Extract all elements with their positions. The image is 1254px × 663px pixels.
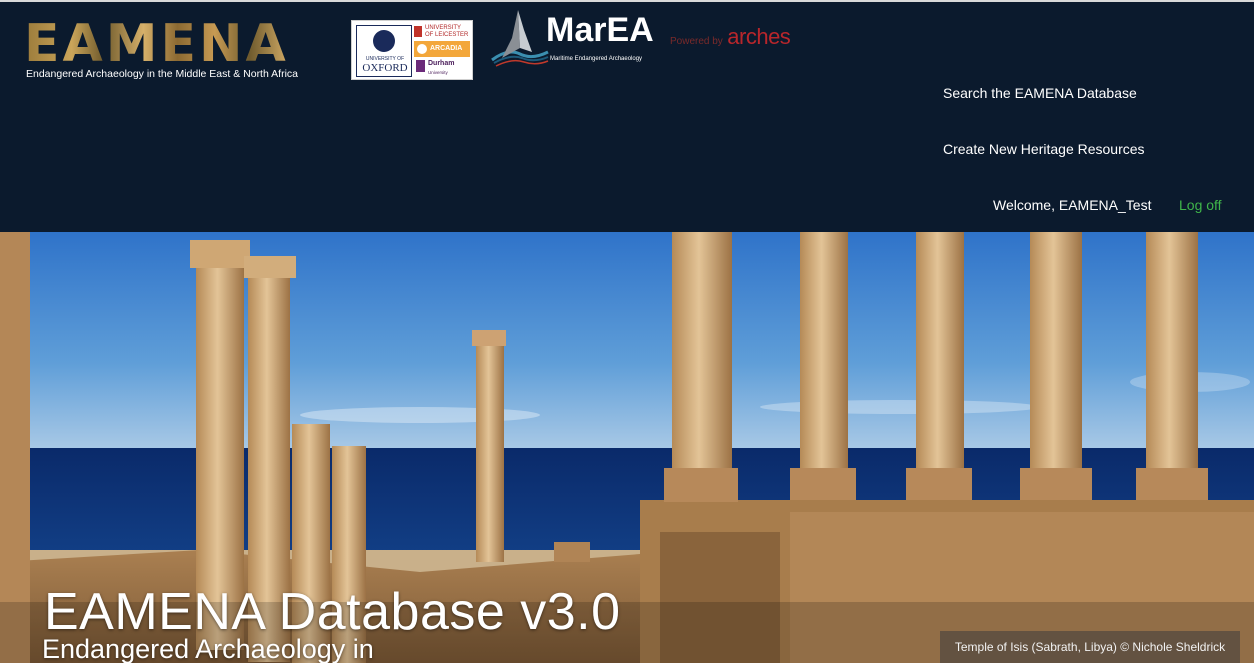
marea-logo-subtitle: Maritime Endangered Archaeology <box>550 56 643 62</box>
eamena-logo-word: EAMENA <box>24 14 289 74</box>
oxford-logo: UNIVERSITY OF OXFORD <box>356 25 412 77</box>
durham-mark-icon <box>416 60 425 72</box>
durham-logo-text: Durham <box>428 60 455 67</box>
partner-logos: UNIVERSITY OF OXFORD UNIVERSITY OF LEICE… <box>351 20 473 80</box>
hero-banner: EAMENA Database v3.0 Endangered Archaeol… <box>0 232 1254 663</box>
hero-subtitle: Endangered Archaeology in <box>42 634 374 663</box>
leicester-logo: UNIVERSITY OF LEICESTER <box>414 25 470 39</box>
top-navigation-bar: EAMENA Endangered Archaeology in the Mid… <box>0 0 1254 232</box>
arches-logo-text: arches <box>727 24 791 49</box>
oxford-crest-icon <box>373 30 395 52</box>
durham-logo-subtext: University <box>428 70 448 75</box>
powered-by-arches-logo[interactable]: Powered by arches <box>670 24 791 50</box>
nav-search-database-link[interactable]: Search the EAMENA Database <box>943 85 1137 101</box>
eamena-logo-tagline: Endangered Archaeology in the Middle Eas… <box>26 68 298 80</box>
marea-wave-icon <box>491 10 549 67</box>
leicester-logo-text: UNIVERSITY OF LEICESTER <box>425 25 469 38</box>
nav-create-resources-link[interactable]: Create New Heritage Resources <box>943 141 1145 157</box>
arcadia-mark-icon <box>417 44 427 54</box>
leicester-shield-icon <box>414 26 422 37</box>
hero-title: EAMENA Database v3.0 <box>44 583 621 641</box>
oxford-logo-text: OXFORD <box>362 62 408 74</box>
marea-logo-word: MarEA <box>546 11 654 49</box>
arcadia-logo-text: ARCADIA <box>430 45 463 52</box>
arcadia-logo: ARCADIA <box>414 41 470 57</box>
photo-credit: Temple of Isis (Sabrath, Libya) © Nichol… <box>940 631 1240 663</box>
eamena-logo[interactable]: EAMENA Endangered Archaeology in the Mid… <box>24 14 344 82</box>
welcome-user-text: Welcome, EAMENA_Test <box>993 197 1152 213</box>
marea-logo[interactable]: MarEA Maritime Endangered Archaeology <box>490 8 665 68</box>
logoff-link[interactable]: Log off <box>1179 197 1222 213</box>
durham-logo: Durham University <box>414 59 470 77</box>
powered-by-label: Powered by <box>670 36 723 47</box>
